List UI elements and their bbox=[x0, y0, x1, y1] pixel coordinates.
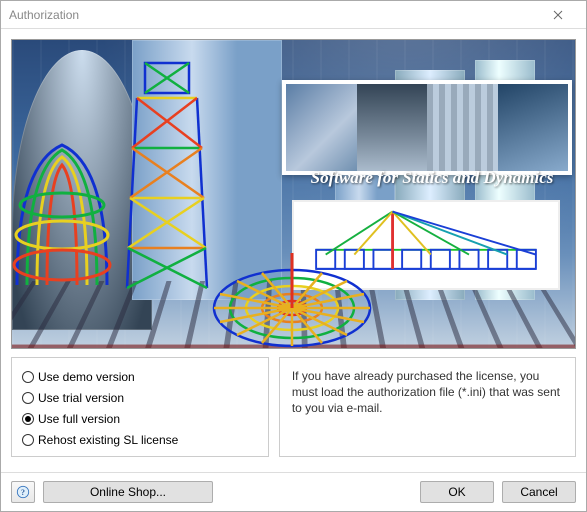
radio-use-demo-version[interactable]: Use demo version bbox=[22, 366, 258, 387]
description-panel: If you have already purchased the licens… bbox=[279, 357, 576, 457]
radio-icon bbox=[22, 413, 34, 425]
radio-label: Use demo version bbox=[38, 370, 135, 384]
radio-icon bbox=[22, 434, 34, 446]
svg-text:?: ? bbox=[21, 488, 25, 497]
radio-use-full-version[interactable]: Use full version bbox=[22, 408, 258, 429]
banner-image: Software for Statics and Dynamics bbox=[11, 39, 576, 349]
radio-icon bbox=[22, 392, 34, 404]
radio-label: Use trial version bbox=[38, 391, 124, 405]
banner-dome-graphic bbox=[11, 135, 117, 295]
titlebar: Authorization bbox=[1, 1, 586, 29]
help-icon: ? bbox=[16, 485, 30, 499]
online-shop-button[interactable]: Online Shop... bbox=[43, 481, 213, 503]
radio-label: Use full version bbox=[38, 412, 120, 426]
radio-label: Rehost existing SL license bbox=[38, 433, 178, 447]
help-button[interactable]: ? bbox=[11, 481, 35, 503]
radio-rehost-sl-license[interactable]: Rehost existing SL license bbox=[22, 429, 258, 450]
radio-use-trial-version[interactable]: Use trial version bbox=[22, 387, 258, 408]
window-title: Authorization bbox=[9, 8, 538, 22]
banner-photo-strip bbox=[282, 80, 572, 175]
radio-icon bbox=[22, 371, 34, 383]
description-text: If you have already purchased the licens… bbox=[292, 369, 560, 415]
content-area: Software for Statics and Dynamics bbox=[1, 29, 586, 472]
authorization-dialog: Authorization Software for Statics and D… bbox=[0, 0, 587, 512]
cancel-button[interactable]: Cancel bbox=[502, 481, 576, 503]
options-row: Use demo version Use trial version Use f… bbox=[11, 357, 576, 457]
ok-button[interactable]: OK bbox=[420, 481, 494, 503]
close-button[interactable] bbox=[538, 4, 578, 26]
button-label: Online Shop... bbox=[90, 485, 166, 499]
version-options-group: Use demo version Use trial version Use f… bbox=[11, 357, 269, 457]
button-label: OK bbox=[448, 485, 465, 499]
button-label: Cancel bbox=[520, 485, 557, 499]
footer-bar: ? Online Shop... OK Cancel bbox=[1, 472, 586, 511]
banner-tagline: Software for Statics and Dynamics bbox=[282, 168, 576, 188]
banner-wheel-graphic bbox=[207, 248, 377, 349]
close-icon bbox=[553, 10, 563, 20]
